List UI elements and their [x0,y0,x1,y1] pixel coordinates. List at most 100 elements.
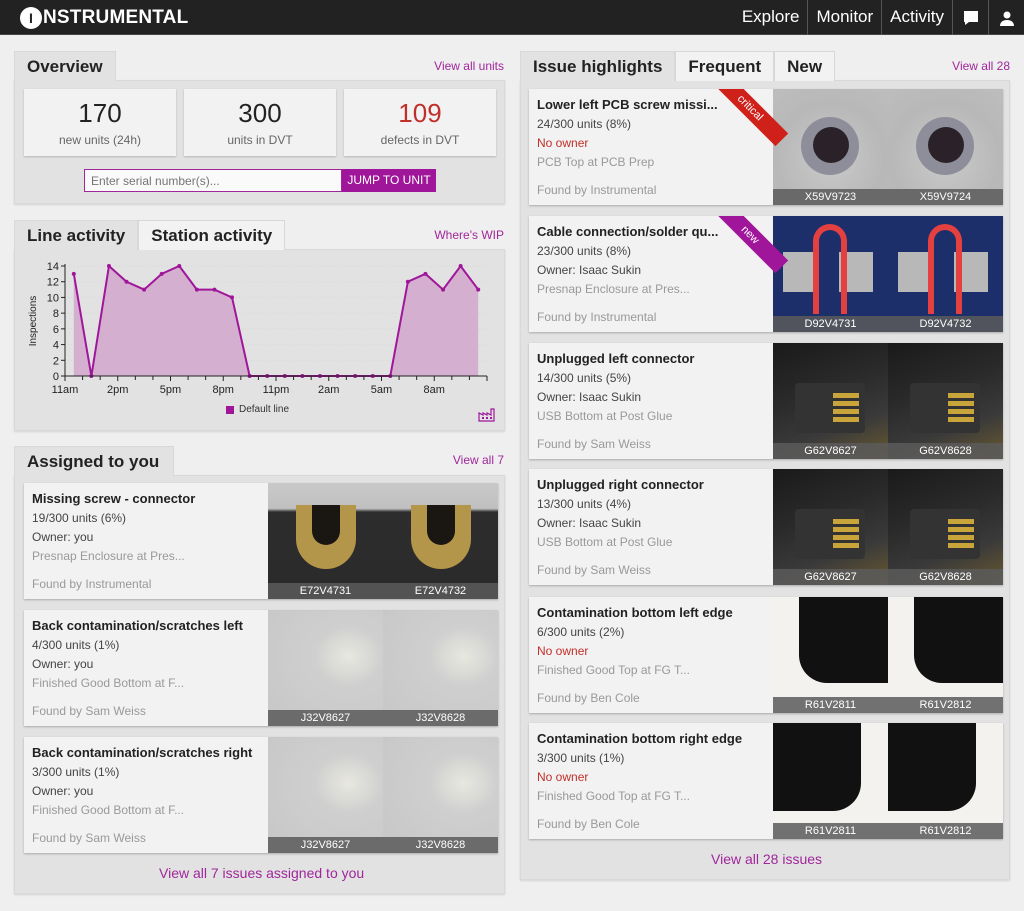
issue-title[interactable]: Unplugged right connector [537,477,704,492]
unit-thumbnail[interactable]: J32V8627 [268,610,383,726]
stat-label: defects in DVT [380,133,460,147]
issue-card[interactable]: Back contamination/scratches left 4/300 … [24,610,498,726]
view-all-units-link[interactable]: View all units [434,59,504,73]
data-point [177,264,182,268]
unit-thumbnail[interactable]: G62V8627 [773,469,888,585]
thumb-detail [312,505,340,545]
issue-found-by: Found by Ben Cole [537,691,640,705]
chart-legend[interactable]: Default line [226,404,289,415]
unit-thumbnail[interactable]: D92V4731 [773,216,888,332]
issue-found-by: Found by Sam Weiss [537,563,651,577]
stat-new-units[interactable]: 170 new units (24h) [24,89,176,156]
issue-title[interactable]: Contamination bottom left edge [537,605,733,620]
issue-card[interactable]: Unplugged left connector 14/300 units (5… [529,343,1003,459]
issue-card[interactable]: Back contamination/scratches right 3/300… [24,737,498,853]
issue-units: 24/300 units (8%) [537,117,632,131]
data-point [142,287,147,292]
thumbnail-serial: G62V8628 [888,569,1003,585]
wheres-wip-link[interactable]: Where's WIP [434,228,504,242]
issue-card[interactable]: Contamination bottom left edge 6/300 uni… [529,597,1003,713]
issue-owner: No owner [537,136,589,150]
data-point [230,295,235,300]
chat-button[interactable] [952,0,988,35]
stat-value: 109 [398,98,442,128]
issue-title[interactable]: Lower left PCB screw missi... [537,97,718,112]
issue-station: PCB Top at PCB Prep [537,155,655,169]
stat-units-in-dvt[interactable]: 300 units in DVT [184,89,336,156]
thumbnail-serial: G62V8627 [773,569,888,585]
unit-thumbnail[interactable]: R61V2811 [773,723,888,839]
data-point [458,264,463,268]
issue-title[interactable]: Back contamination/scratches right [32,745,252,760]
issue-card[interactable]: Unplugged right connector 13/300 units (… [529,469,1003,585]
issue-title[interactable]: Back contamination/scratches left [32,618,243,633]
factory-icon[interactable] [478,406,496,422]
line-activity-chart: 0 2 4 6 8 10 12 14 11am 2pm 5pm 8pm 11pm 2am 5am 8am Ins… [28,261,488,396]
issue-card[interactable]: Lower left PCB screw missi... 24/300 uni… [529,89,1003,205]
unit-thumbnail[interactable]: X59V9723 [773,89,888,205]
thumbnail-serial: G62V8627 [773,443,888,459]
nav-monitor[interactable]: Monitor [807,0,881,35]
thumbnail-serial: R61V2811 [773,823,888,839]
user-menu-button[interactable] [988,0,1024,35]
stat-value: 300 [238,98,282,128]
serial-number-input[interactable] [84,169,342,192]
unit-thumbnail[interactable]: G62V8627 [773,343,888,459]
unit-thumbnail[interactable]: J32V8628 [383,737,498,853]
y-tick-label: 0 [53,371,59,383]
unit-thumbnail[interactable]: E72V4731 [268,483,383,599]
unit-thumbnail[interactable]: R61V2811 [773,597,888,713]
issue-title[interactable]: Contamination bottom right edge [537,731,742,746]
issue-found-by: Found by Sam Weiss [32,831,146,845]
data-point [194,287,199,292]
tab-new[interactable]: New [774,51,836,81]
thumb-detail [833,519,859,551]
issue-owner: Owner: you [32,530,94,544]
thumb-detail [898,252,932,292]
stat-defects-in-dvt[interactable]: 109 defects in DVT [344,89,496,156]
x-tick-label: 2pm [107,384,128,396]
thumbnail-serial: J32V8628 [383,837,498,853]
thumbnail-serial: G62V8628 [888,443,1003,459]
issue-card[interactable]: Missing screw - connector 19/300 units (… [24,483,498,599]
tab-station-activity[interactable]: Station activity [138,220,286,250]
jump-to-unit-button[interactable]: JUMP TO UNIT [342,169,436,192]
view-all-issues-link[interactable]: View all 28 [952,59,1010,73]
issue-found-by: Found by Sam Weiss [32,704,146,718]
thumbnail-serial: E72V4732 [383,583,498,599]
issue-title[interactable]: Unplugged left connector [537,351,694,366]
unit-thumbnail[interactable]: G62V8628 [888,469,1003,585]
unit-thumbnail[interactable]: E72V4732 [383,483,498,599]
unit-thumbnail[interactable]: R61V2812 [888,597,1003,713]
thumb-detail [773,723,861,811]
issue-card[interactable]: Contamination bottom right edge 3/300 un… [529,723,1003,839]
issue-owner: Owner: you [32,784,94,798]
view-all-assigned-footer-link[interactable]: View all 7 issues assigned to you [159,865,364,881]
unit-thumbnail[interactable]: J32V8627 [268,737,383,853]
thumb-detail [928,127,964,163]
issue-card[interactable]: Cable connection/solder qu... 23/300 uni… [529,216,1003,332]
instrumental-logo[interactable]: I NSTRUMENTAL [20,7,188,29]
tab-frequent[interactable]: Frequent [675,51,775,81]
unit-thumbnail[interactable]: G62V8628 [888,343,1003,459]
view-all-assigned-link[interactable]: View all 7 [453,453,504,467]
thumbnail-serial: J32V8627 [268,710,383,726]
unit-thumbnail[interactable]: D92V4732 [888,216,1003,332]
issue-title[interactable]: Cable connection/solder qu... [537,224,718,239]
view-all-issues-footer-link[interactable]: View all 28 issues [711,851,822,867]
nav-activity[interactable]: Activity [881,0,952,35]
tab-issue-highlights[interactable]: Issue highlights [520,51,676,81]
tab-overview[interactable]: Overview [14,51,116,81]
issue-units: 14/300 units (5%) [537,371,632,385]
stat-value: 170 [78,98,122,128]
thumb-detail [813,127,849,163]
nav-explore[interactable]: Explore [734,0,808,35]
issue-title[interactable]: Missing screw - connector [32,491,195,506]
unit-thumbnail[interactable]: R61V2812 [888,723,1003,839]
thumbnail-serial: X59V9723 [773,189,888,205]
tab-assigned-to-you[interactable]: Assigned to you [14,446,175,476]
unit-thumbnail[interactable]: J32V8628 [383,610,498,726]
tab-line-activity[interactable]: Line activity [14,220,139,250]
unit-thumbnail[interactable]: X59V9724 [888,89,1003,205]
x-tick-label: 5pm [160,384,181,396]
